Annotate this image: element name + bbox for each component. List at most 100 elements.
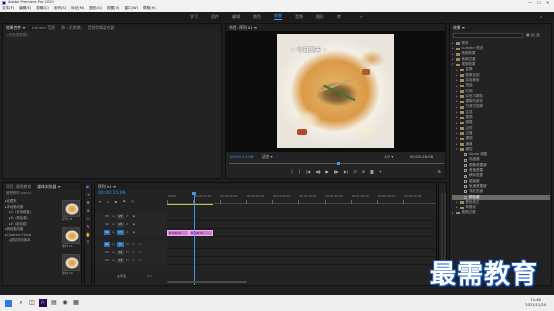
panel-tab[interactable]: 效果控件 ≡ [6,25,26,30]
menu-item[interactable]: 图形(G) [89,7,102,11]
timeline-timecode[interactable]: 00:00:15:09 [98,191,125,197]
effects-tab[interactable]: 效果 ≡ [453,25,465,30]
close-button[interactable]: ✕ [546,0,549,5]
menu-item[interactable]: 帮助(H) [143,7,156,11]
effects-tree-item[interactable]: ▸ 视频过渡 [452,211,550,216]
taskbar-app-icon[interactable]: ◫ [28,299,36,307]
workspace-tab[interactable]: 库 [337,15,341,19]
system-clock[interactable]: 11:48 2021/11/24 [525,298,546,307]
workspace-tab[interactable]: 颜色 [253,15,261,19]
audio-toggle-icons[interactable]: M S ◎ [126,258,143,262]
menu-item[interactable]: 文件(F) [2,7,14,11]
taskbar-app-icon[interactable]: ⌕ [17,299,25,307]
source-patch-button[interactable]: A1 [104,242,110,247]
timeline-tab[interactable]: 序列 01 ≡ [98,184,116,189]
audio-toggle-icons[interactable]: M S ◎ [126,250,143,254]
program-timecode[interactable]: 00:00:13:09 [230,155,253,159]
lock-icon[interactable]: ⊡ [112,258,115,262]
program-scrub-bar[interactable] [229,162,444,166]
tool-icon[interactable]: ⇿ [85,215,91,223]
time-ruler[interactable]: 00:00 00:00:15:00 00:00:30:00 00:00:45:00 00… [167,192,436,204]
tool-icon[interactable]: ✎ [85,223,91,231]
track-toggle-icons[interactable]: ⇄ ◉ [126,222,137,226]
workspace-tab[interactable]: 图形 [316,15,324,19]
taskbar-app-icon[interactable]: ◉ [61,299,69,307]
transport-button-icon[interactable]: } [298,170,301,174]
panel-tab[interactable]: 音频剪辑混合器 [88,25,115,30]
source-patch-button[interactable]: V3 [104,214,110,219]
audio-toggle-icons[interactable]: M S ◎ [126,242,143,246]
menu-item[interactable]: 序列(S) [54,7,66,11]
source-patch-button[interactable]: V2 [104,222,110,227]
transport-button-icon[interactable]: |◀ [306,170,310,174]
windows-icon[interactable] [5,299,12,307]
track-label[interactable]: V2 [117,222,124,227]
more-workspaces-icon[interactable]: » [360,15,362,19]
workspace-tab[interactable]: 组件 [211,15,219,19]
quality-dropdown[interactable]: 1/2 ▾ [384,155,393,159]
tool-icon[interactable]: ▶ [85,183,91,191]
track-label[interactable]: A1 [117,242,124,247]
timeline-track[interactable]: A2 ⊡ A2 M S ◎ [95,249,436,257]
tool-icon[interactable]: ✥ [85,199,91,207]
track-label[interactable]: A2 [117,250,124,255]
maximize-button[interactable]: ☐ [537,0,541,5]
timeline-track[interactable]: A1 ⊡ A1 M S ◎ [95,241,436,249]
timeline-playhead[interactable] [193,192,195,285]
track-label[interactable]: A3 [117,258,124,263]
transport-button-icon[interactable]: ▶| [344,170,348,174]
lock-icon[interactable]: ⊡ [112,250,115,254]
workspace-tab[interactable]: 学习 [190,15,198,19]
effects-search-input[interactable] [453,33,523,38]
track-toggle-icons[interactable]: ⇄ ◉ [126,214,137,218]
panel-tab[interactable]: 媒体浏览器 ≡ [37,184,60,189]
transport-button-icon[interactable]: ◙ [370,170,374,174]
transport-button-icon[interactable]: { [291,170,294,174]
workspace-tab[interactable]: 音频 [295,15,303,19]
program-screen[interactable]: • 今日周末 • [226,31,445,152]
timeline-clip[interactable]: fx 序列 01 [167,229,189,236]
zoom-dropdown[interactable]: 适合 ▾ [262,155,273,159]
tool-icon[interactable]: ⊕ [85,207,91,215]
timeline-track[interactable]: V3 ⊡ V3 ⇄ ◉ [95,213,436,221]
transport-button-icon[interactable]: + [379,170,382,174]
timeline-track[interactable]: V2 ⊡ V2 ⇄ ◉ [95,221,436,229]
transport-button-icon[interactable]: ⊟ [353,170,356,174]
menu-item[interactable]: 窗口(W) [124,7,138,11]
track-label[interactable]: V1 [117,230,124,235]
tree-item[interactable]: ▸ 团队项目版本 [5,238,61,244]
transport-button-icon[interactable]: ⊞ [362,170,365,174]
track-label[interactable]: V3 [117,214,124,219]
panel-tab[interactable]: 源: (无剪辑) [61,25,82,30]
source-patch-button[interactable]: A2 [104,250,110,255]
menu-item[interactable]: 编辑(E) [19,7,31,11]
program-playhead[interactable] [337,162,341,165]
lock-icon[interactable]: ⊡ [112,222,115,226]
media-thumbnail[interactable] [62,254,80,271]
taskbar-app-icon[interactable]: ▦ [72,299,80,307]
workspace-tab[interactable]: 效果 [274,14,282,20]
timeline-tool-icons[interactable]: ⇥ ∩ ◆ ⚑ ✎ [98,200,136,204]
timeline-track[interactable]: A3 ⊡ A3 M S ◎ [95,257,436,265]
workspace-tab[interactable]: 编辑 [232,15,240,19]
search-icon[interactable]: ⌕ [540,15,542,19]
media-thumbnail[interactable] [62,227,80,244]
menu-item[interactable]: 标记(M) [71,7,84,11]
source-patch-button[interactable]: A3 [104,258,110,263]
source-patch-button[interactable]: V1 [104,230,110,235]
tool-icon[interactable]: ✋ [85,231,91,239]
lock-icon[interactable]: ⊡ [112,214,115,218]
master-volume-value[interactable]: 0.0 [147,275,152,278]
effects-filter-icons[interactable]: ▣ ▤ ▥ [526,33,540,37]
taskbar-app-icon[interactable]: Pr [39,299,47,307]
lock-icon[interactable]: ⊡ [112,230,115,234]
playhead-handle[interactable] [192,192,197,195]
transport-button-icon[interactable]: ◀▮ [315,170,320,174]
transport-button-icon[interactable]: ▶ [326,170,329,174]
track-toggle-icons[interactable]: ⇄ ◉ [126,230,137,234]
tool-icon[interactable]: T [85,239,91,247]
transport-button-icon[interactable]: ▮▶ [334,170,339,174]
panel-tab[interactable]: 项目: 最需教育 [6,184,31,189]
settings-icon[interactable]: ⚙ [437,170,441,174]
program-tab[interactable]: 节目: 序列 01 ≡ [229,25,257,30]
